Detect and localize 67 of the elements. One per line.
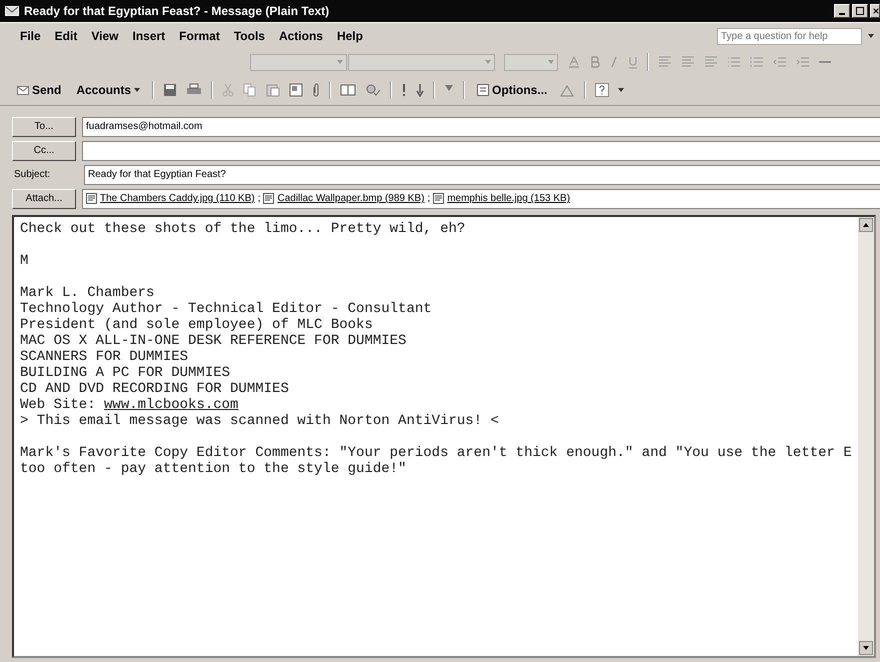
caret-icon[interactable]: [134, 88, 140, 92]
address-button[interactable]: To...: [12, 116, 76, 136]
separator-text: ;: [258, 193, 260, 204]
font-color-icon[interactable]: [567, 55, 581, 69]
website-link[interactable]: www.mlcbooks.com: [104, 397, 238, 413]
attachment-link[interactable]: The Chambers Caddy.jpg (110 KB): [100, 193, 255, 204]
body-text: MAC OS X ALL-IN-ONE DESK REFERENCE FOR DUMMIES: [20, 333, 408, 349]
menu-item[interactable]: View: [91, 29, 118, 43]
down-arrow-icon[interactable]: [416, 83, 424, 97]
help-icon[interactable]: [595, 83, 610, 97]
menu-item[interactable]: Actions: [278, 29, 323, 43]
accounts-button[interactable]: Accounts: [73, 81, 144, 99]
attach-button[interactable]: Attach...: [12, 188, 76, 208]
envelope-icon[interactable]: [17, 86, 29, 94]
copy-icon[interactable]: [243, 83, 258, 97]
body-text: CD AND DVD RECORDING FOR DUMMIES: [20, 381, 290, 397]
save-icon[interactable]: [163, 83, 178, 97]
close-button[interactable]: [870, 4, 880, 18]
body-text: Technology Author - Technical Editor - Consultant: [20, 301, 433, 317]
book-icon[interactable]: [340, 83, 356, 97]
body-text: SCANNERS FOR DUMMIES: [20, 349, 190, 365]
menu-item[interactable]: Edit: [54, 29, 78, 43]
scroll-down-icon[interactable]: [859, 641, 873, 655]
maximize-icon[interactable]: [856, 7, 864, 15]
attachment-link[interactable]: Cadillac Wallpaper.bmp (989 KB): [277, 193, 424, 204]
scroll-up-icon[interactable]: [859, 218, 873, 232]
address-button[interactable]: Cc...: [12, 140, 76, 160]
print-icon[interactable]: [186, 83, 202, 97]
body-text: M: [20, 253, 30, 269]
header-field[interactable]: [82, 140, 880, 160]
menu-item[interactable]: File: [20, 29, 41, 43]
body-text: Web Site:: [20, 397, 96, 413]
scrollbar[interactable]: [858, 217, 874, 656]
document-icon[interactable]: [477, 84, 490, 96]
menu-item[interactable]: Tools: [234, 29, 265, 43]
menu-item[interactable]: Help: [336, 29, 363, 43]
file-icon: [433, 193, 444, 204]
help-search-field[interactable]: Type a question for help: [717, 28, 862, 44]
header-field[interactable]: fuadramses@hotmail.com: [82, 116, 880, 136]
separator-text: ;: [427, 193, 430, 204]
close-icon[interactable]: [873, 7, 879, 15]
file-icon: [86, 193, 97, 204]
minimize-button[interactable]: [834, 4, 850, 18]
paste-icon[interactable]: [266, 83, 280, 97]
options-button[interactable]: Options...: [474, 81, 550, 99]
check-names-icon[interactable]: [365, 83, 382, 97]
paperclip-icon[interactable]: [312, 83, 320, 97]
body-text: Mark L. Chambers: [20, 285, 156, 301]
body-text: Check out these shots of the limo... Pretty wild, eh?: [20, 221, 466, 237]
menu-item[interactable]: Insert: [132, 29, 166, 43]
send-button[interactable]: Send: [14, 81, 64, 99]
caret-icon[interactable]: [868, 34, 874, 38]
caret-icon[interactable]: [618, 88, 624, 92]
body-text: President (and sole employee) of MLC Books: [20, 317, 374, 333]
header-field[interactable]: Ready for that Egyptian Feast?: [84, 164, 880, 184]
menu-item[interactable]: Format: [179, 29, 220, 43]
attachment-link[interactable]: memphis belle.jpg (153 KB): [447, 193, 570, 204]
body-text: BUILDING A PC FOR DUMMIES: [20, 365, 232, 381]
field-label: Subject:: [13, 169, 52, 180]
window-title: Ready for that Egyptian Feast? - Message (Plain Text): [24, 4, 330, 18]
maximize-button[interactable]: [852, 4, 868, 18]
attachment-field[interactable]: The Chambers Caddy.jpg (110 KB) ; Cadillac Wallpaper.bmp (989 KB) ; memphis belle.jpg (153 KB): [82, 188, 880, 208]
body-text: > This email message was scanned with Norton AntiVirus! <: [20, 413, 500, 429]
exclamation-icon[interactable]: [401, 83, 408, 97]
envelope-icon: [5, 6, 19, 16]
file-icon: [263, 193, 274, 204]
body-text: Mark's Favorite Copy Editor Comments: "Your periods aren't thick enough." and "You use the letter E too often - pay attention to the style guide!": [20, 445, 852, 477]
